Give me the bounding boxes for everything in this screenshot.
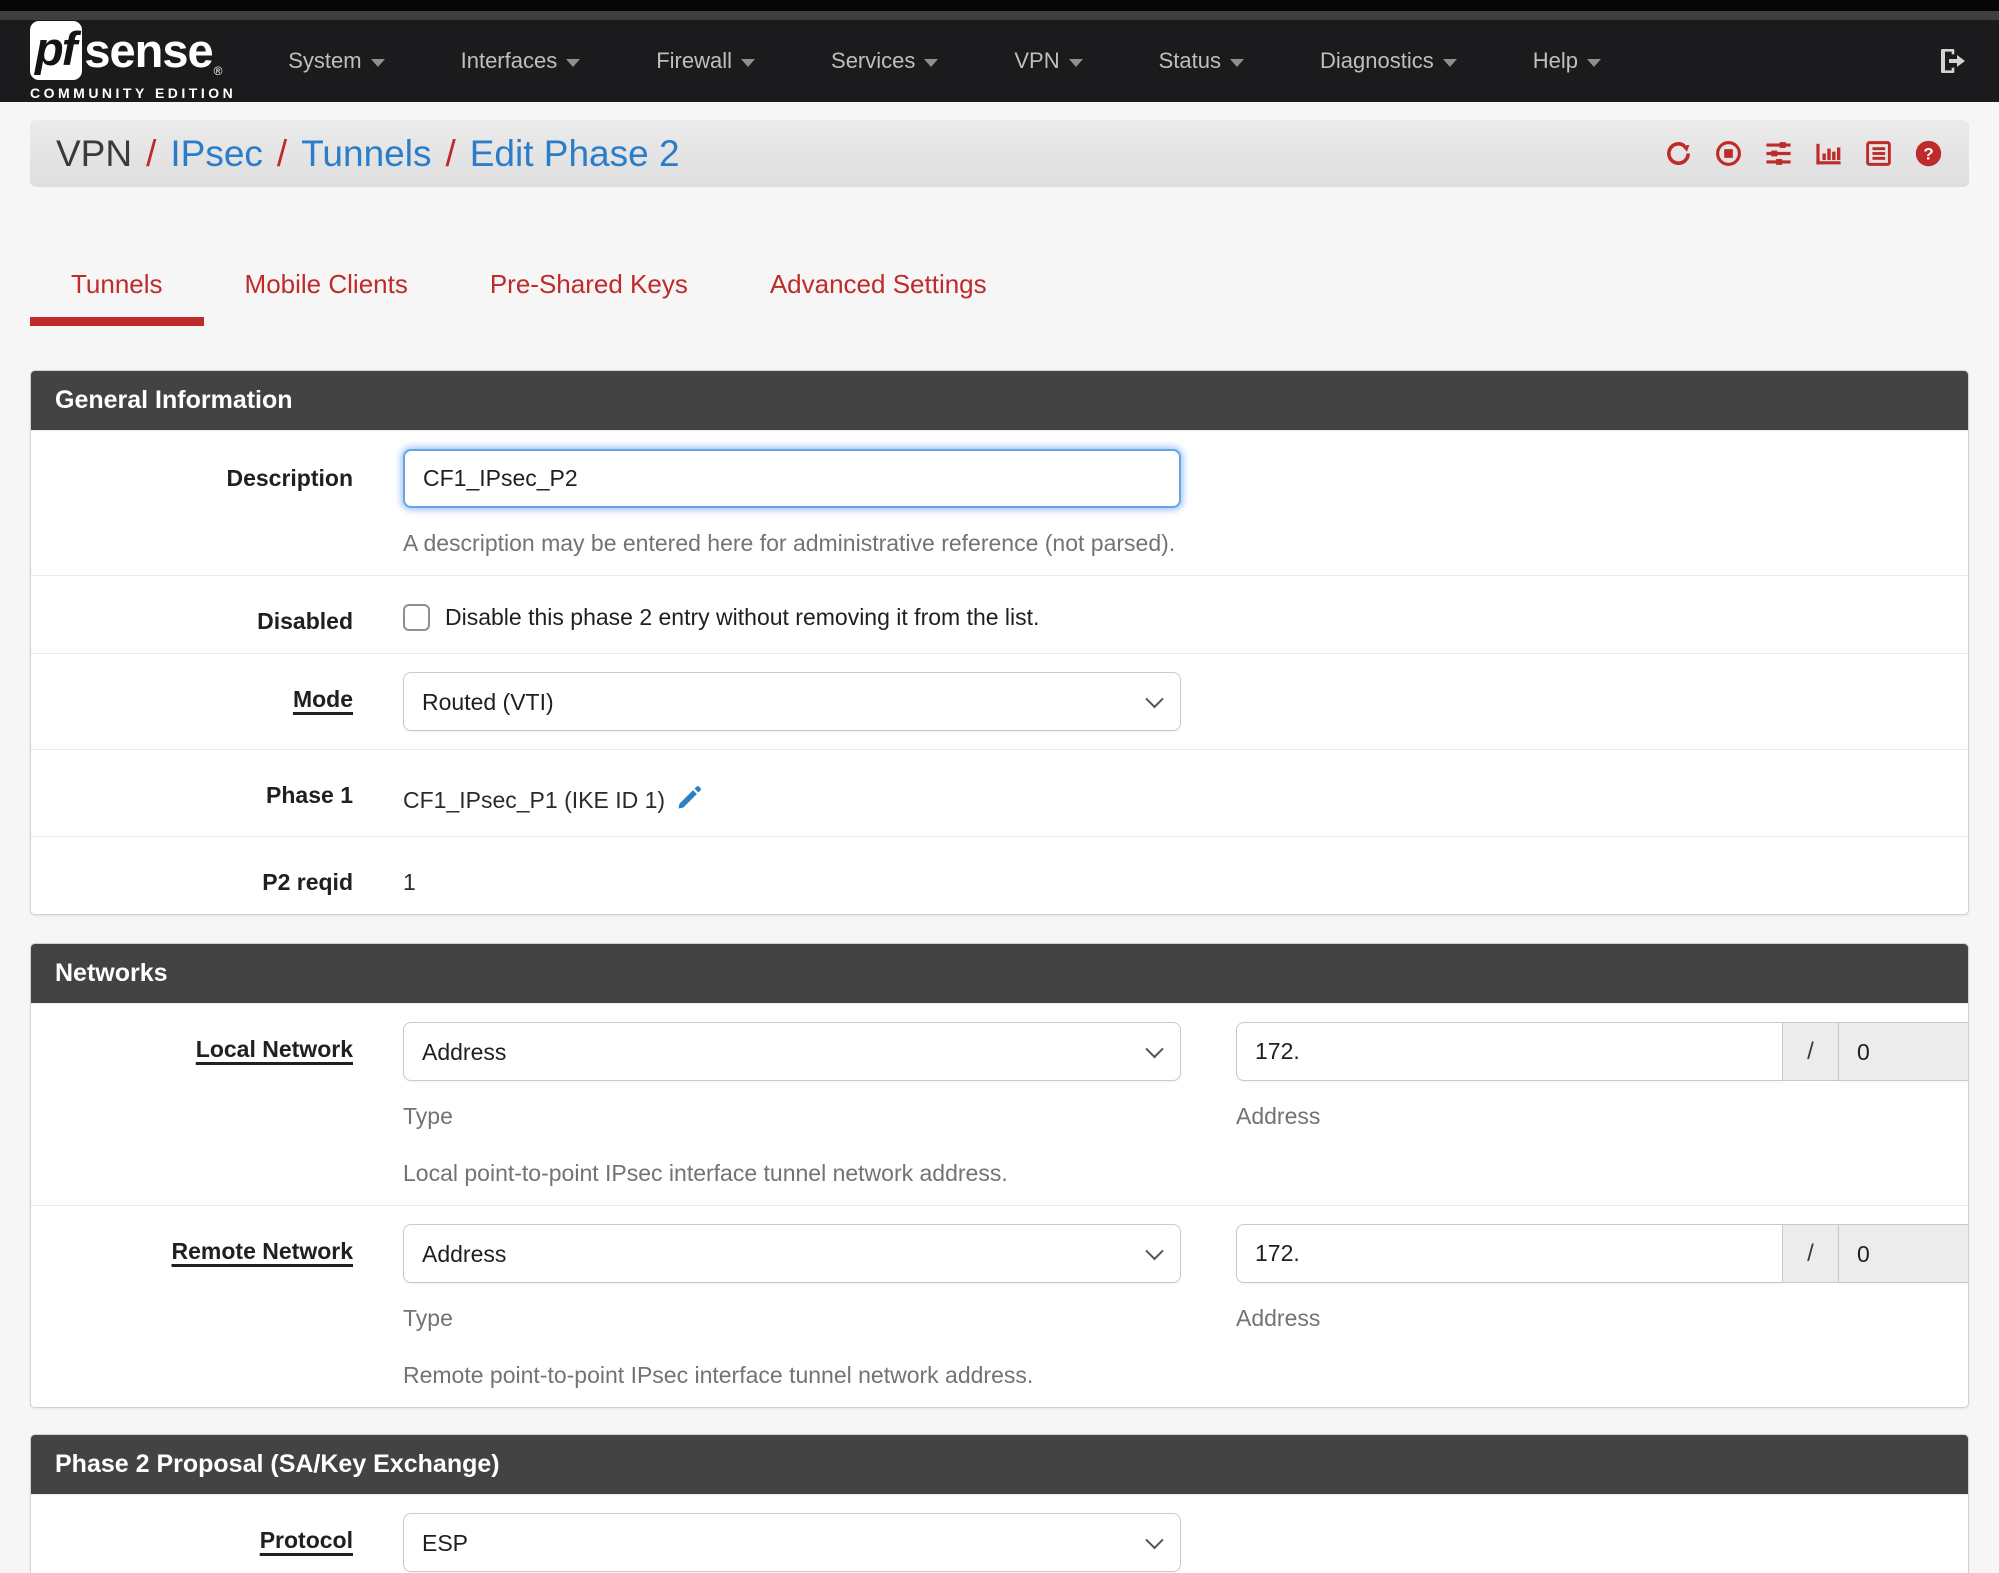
chevron-down-icon [1442, 58, 1457, 67]
panel-title: General Information [31, 371, 1968, 430]
refresh-icon[interactable] [1664, 139, 1693, 168]
remote-network-help: Remote point-to-point IPsec interface tu… [403, 1362, 1034, 1388]
chevron-down-icon [1068, 58, 1083, 67]
menu-diagnostics[interactable]: Diagnostics [1320, 48, 1457, 74]
mode-select[interactable]: Routed (VTI) [403, 672, 1181, 731]
p2reqid-label: P2 reqid [262, 869, 353, 895]
disabled-label: Disabled [257, 608, 353, 634]
menu-status[interactable]: Status [1159, 48, 1244, 74]
phase1-row: Phase 1 CF1_IPsec_P1 (IKE ID 1) [31, 749, 1968, 836]
menu-system[interactable]: System [288, 48, 385, 74]
local-network-label: Local Network [195, 1036, 353, 1062]
description-help: A description may be entered here for ad… [403, 530, 1176, 556]
disabled-row: Disabled Disable this phase 2 entry with… [31, 575, 1968, 653]
disabled-checkbox-label: Disable this phase 2 entry without remov… [445, 604, 1040, 630]
chevron-down-icon [370, 58, 385, 67]
local-mask-select[interactable]: 0 [1838, 1022, 1968, 1081]
p2reqid-row: P2 reqid 1 [31, 836, 1968, 914]
tab-pre-shared-keys[interactable]: Pre-Shared Keys [449, 269, 729, 326]
edit-phase1-button[interactable] [675, 782, 705, 818]
mode-row: Mode Routed (VTI) [31, 653, 1968, 749]
navbar-menus: System Interfaces Firewall Services VPN … [288, 48, 1601, 74]
description-input[interactable] [403, 449, 1181, 508]
menu-firewall[interactable]: Firewall [656, 48, 756, 74]
general-information-panel: General Information Description A descri… [30, 370, 1969, 915]
remote-mask-select[interactable]: 0 [1838, 1224, 1968, 1283]
p2reqid-value: 1 [403, 869, 416, 895]
protocol-row: Protocol ESP Encapsulating Security Payl… [31, 1494, 1968, 1573]
logout-button[interactable] [1937, 45, 1969, 77]
window-sub-strip [0, 11, 1999, 20]
chevron-down-icon [741, 58, 756, 67]
chevron-down-icon [1230, 58, 1244, 67]
ipsec-tab-bar: Tunnels Mobile Clients Pre-Shared Keys A… [30, 269, 1969, 326]
remote-network-type-select[interactable]: Address [403, 1224, 1181, 1283]
tab-mobile-clients[interactable]: Mobile Clients [204, 269, 449, 326]
page-header: VPN / IPsec / Tunnels / Edit Phase 2 ? [30, 120, 1969, 187]
chevron-down-icon [1586, 58, 1601, 67]
logo-pf-mark: pf [30, 21, 83, 80]
panel-title: Networks [31, 944, 1968, 1003]
top-navbar: pf sense ® COMMUNITY EDITION System Inte… [0, 20, 1999, 102]
disabled-checkbox[interactable] [403, 604, 430, 631]
remote-type-help: Type [403, 1305, 453, 1331]
local-address-input[interactable] [1236, 1022, 1782, 1081]
protocol-select[interactable]: ESP [403, 1513, 1181, 1572]
menu-interfaces[interactable]: Interfaces [461, 48, 581, 74]
log-list-icon[interactable] [1864, 139, 1893, 168]
chevron-down-icon [924, 58, 939, 67]
pencil-icon [678, 786, 701, 809]
breadcrumb-ipsec[interactable]: IPsec [170, 133, 263, 175]
breadcrumb: VPN / IPsec / Tunnels / Edit Phase 2 [56, 132, 680, 175]
chevron-down-icon [566, 58, 581, 67]
logo-sense-text: sense [84, 24, 213, 77]
pfsense-logo[interactable]: pf sense ® COMMUNITY EDITION [30, 21, 236, 101]
phase1-value: CF1_IPsec_P1 (IKE ID 1) [403, 786, 666, 813]
svg-text:?: ? [1923, 145, 1933, 164]
phase1-label: Phase 1 [266, 782, 353, 808]
cidr-slash-addon: / [1782, 1224, 1838, 1283]
description-label: Description [226, 465, 353, 491]
phase2-proposal-panel: Phase 2 Proposal (SA/Key Exchange) Proto… [30, 1434, 1969, 1573]
menu-help[interactable]: Help [1533, 48, 1601, 74]
tab-advanced-settings[interactable]: Advanced Settings [729, 269, 1028, 326]
panel-title: Phase 2 Proposal (SA/Key Exchange) [31, 1435, 1968, 1494]
remote-address-help: Address [1236, 1305, 1321, 1331]
remote-network-label: Remote Network [171, 1238, 353, 1264]
logo-edition-tagline: COMMUNITY EDITION [30, 85, 237, 101]
menu-services[interactable]: Services [831, 48, 939, 74]
status-chart-icon[interactable] [1814, 139, 1843, 168]
breadcrumb-edit-phase2[interactable]: Edit Phase 2 [470, 133, 680, 175]
local-address-help: Address [1236, 1103, 1321, 1129]
breadcrumb-vpn: VPN [56, 132, 133, 174]
remote-network-row: Remote Network Address Type Remote point… [31, 1205, 1968, 1407]
cidr-slash-addon: / [1782, 1022, 1838, 1081]
help-icon[interactable]: ? [1914, 139, 1943, 168]
mode-label: Mode [292, 686, 353, 712]
protocol-label: Protocol [259, 1527, 353, 1553]
sign-out-icon [1941, 49, 1965, 73]
remote-address-input[interactable] [1236, 1224, 1782, 1283]
local-network-type-select[interactable]: Address [403, 1022, 1181, 1081]
tab-tunnels[interactable]: Tunnels [30, 269, 204, 326]
description-row: Description A description may be entered… [31, 430, 1968, 575]
menu-vpn[interactable]: VPN [1014, 48, 1083, 74]
stop-circle-icon[interactable] [1714, 139, 1743, 168]
sliders-icon[interactable] [1764, 139, 1793, 168]
breadcrumb-tunnels[interactable]: Tunnels [301, 133, 431, 175]
networks-panel: Networks Local Network Address Type Loca… [30, 943, 1969, 1408]
logo-registered-mark: ® [213, 64, 223, 78]
window-top-strip [0, 0, 1999, 11]
local-network-help: Local point-to-point IPsec interface tun… [403, 1160, 1008, 1186]
local-type-help: Type [403, 1103, 453, 1129]
local-network-row: Local Network Address Type Local point-t… [31, 1003, 1968, 1205]
